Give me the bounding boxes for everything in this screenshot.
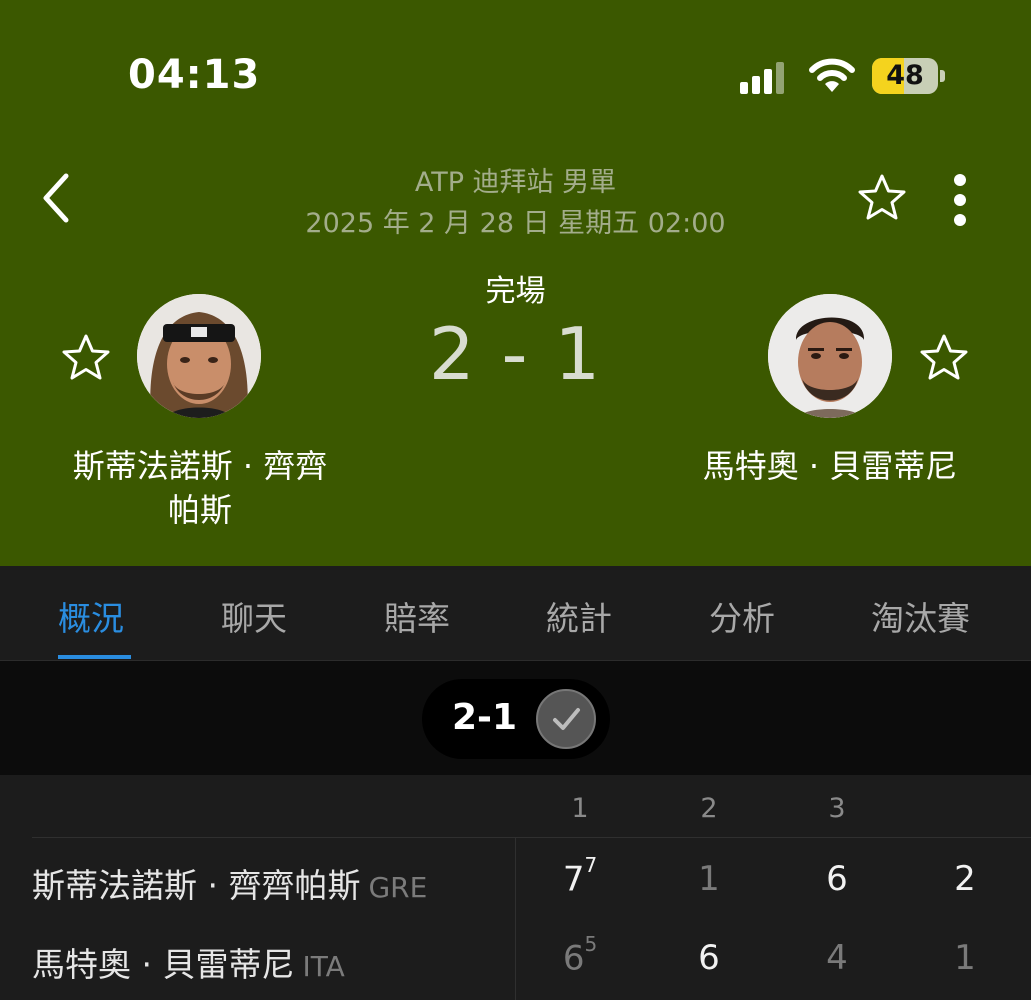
match-status: 完場 (485, 274, 546, 309)
away-player-name[interactable]: 馬特奧 · 貝雷蒂尼 (680, 444, 980, 488)
tab-stats[interactable]: 統計 (546, 592, 612, 640)
away-player-star-icon[interactable] (918, 332, 970, 384)
home-set3-score: 6 (826, 859, 848, 899)
home-set1-tiebreak: 7 (584, 853, 598, 877)
home-set2-score: 1 (698, 859, 720, 899)
home-country: GRE (368, 871, 428, 904)
home-total-sets: 2 (954, 859, 976, 899)
tab-analysis[interactable]: 分析 (709, 592, 775, 640)
scoreboard-row-home-name: 斯蒂法諾斯 · 齊齊帕斯 GRE (32, 859, 427, 907)
column-divider (515, 838, 516, 1000)
home-player-name-line1: 斯蒂法諾斯 · 齊齊 (72, 447, 328, 485)
tab-bar: 概況 聊天 賠率 統計 分析 淘汰賽 (0, 566, 1031, 661)
score-summary-pill[interactable]: 2-1 (422, 679, 610, 759)
set-scoreboard: 1 2 3 斯蒂法諾斯 · 齊齊帕斯 GRE 77 1 6 2 馬特奧 · 貝雷蒂… (0, 775, 1031, 1000)
home-player-star-icon[interactable] (60, 332, 112, 384)
wifi-icon (809, 58, 855, 92)
home-player-name[interactable]: 斯蒂法諾斯 · 齊齊 帕斯 (40, 444, 360, 532)
home-set1-games: 7 (562, 859, 585, 900)
check-icon (536, 689, 596, 749)
active-tab-indicator (58, 655, 131, 659)
away-total-sets: 1 (954, 938, 976, 978)
home-player-name-line2: 帕斯 (167, 491, 232, 529)
away-set1-tiebreak: 5 (584, 932, 598, 956)
battery-tip (940, 70, 945, 82)
home-name: 斯蒂法諾斯 · 齊齊帕斯 (32, 866, 361, 905)
set-header-3: 3 (828, 793, 846, 824)
battery-level: 48 (886, 60, 924, 91)
scoreboard-row-away-name: 馬特奧 · 貝雷蒂尼 ITA (32, 938, 345, 986)
cellular-signal-icon (740, 60, 790, 94)
more-options-icon[interactable] (948, 172, 972, 228)
summary-score: 2-1 (452, 697, 518, 738)
away-set3-score: 4 (826, 938, 848, 978)
tab-odds[interactable]: 賠率 (384, 592, 450, 640)
away-country: ITA (302, 950, 345, 983)
away-name: 馬特奧 · 貝雷蒂尼 (32, 945, 295, 984)
tab-knockout[interactable]: 淘汰賽 (871, 592, 970, 640)
battery-icon: 48 (872, 58, 938, 94)
home-set1-score: 77 (550, 853, 610, 900)
set-header-2: 2 (700, 793, 718, 824)
away-set1-score: 65 (550, 932, 610, 979)
status-time: 04:13 (128, 52, 261, 98)
tab-overview[interactable]: 概況 (58, 592, 124, 640)
favorite-star-icon[interactable] (856, 172, 908, 224)
home-player-avatar[interactable] (137, 294, 261, 418)
set-header-1: 1 (571, 793, 589, 824)
header-divider (32, 837, 1031, 838)
away-player-avatar[interactable] (768, 294, 892, 418)
away-set2-score: 6 (698, 938, 720, 978)
tab-chat[interactable]: 聊天 (221, 592, 287, 640)
away-set1-games: 6 (562, 938, 585, 979)
